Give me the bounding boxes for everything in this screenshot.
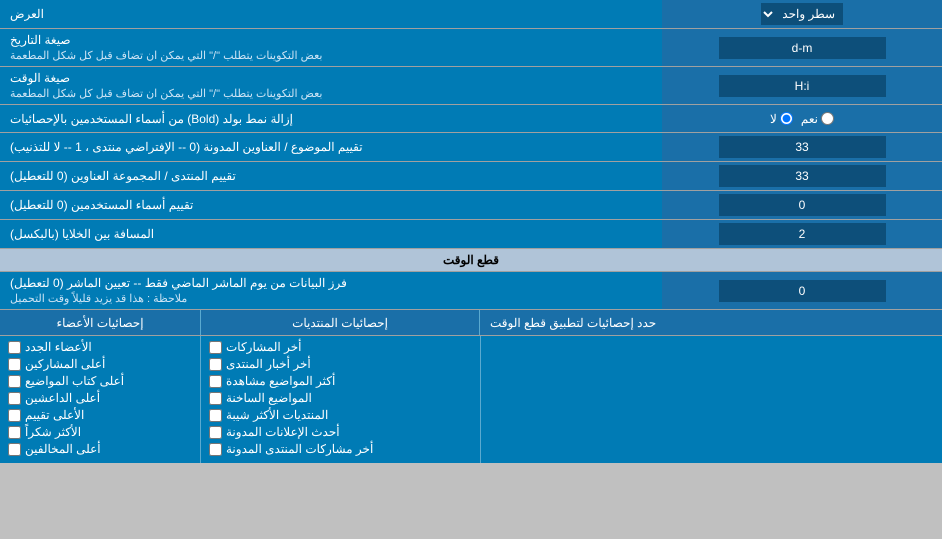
display-mode-select[interactable]: سطر واحد سطرين ثلاثة أسطر [761,3,843,25]
gap-between-label: المسافة بين الخلايا (بالبكسل) [0,220,662,248]
stats-right-pane [480,336,942,463]
stats-body: أخر المشاركات أخر أخبار المنتدى أكثر الم… [0,336,942,463]
stats-left-check-3[interactable] [8,392,21,405]
stats-mid-item-4[interactable]: المنتديات الأكثر شيبة [209,408,472,422]
bold-remove-row: نعم لا إزالة نمط بولد (Bold) من أسماء ال… [0,105,942,133]
bold-remove-label: إزالة نمط بولد (Bold) من أسماء المستخدمي… [0,105,662,132]
stats-section: حدد إحصائيات لتطبيق قطع الوقت إحصائيات ا… [0,310,942,463]
stats-mid-item-2[interactable]: أكثر المواضيع مشاهدة [209,374,472,388]
forum-order-input-cell [662,162,942,190]
usernames-order-input[interactable] [719,194,886,216]
stats-header-right: حدد إحصائيات لتطبيق قطع الوقت [480,310,942,335]
stats-mid-check-4[interactable] [209,409,222,422]
display-mode-row: سطر واحد سطرين ثلاثة أسطر العرض [0,0,942,29]
time-format-input-cell [662,67,942,104]
display-mode-input-cell: سطر واحد سطرين ثلاثة أسطر [662,0,942,28]
usernames-order-label: تقييم أسماء المستخدمين (0 للتعطيل) [0,191,662,219]
gap-between-row: المسافة بين الخلايا (بالبكسل) [0,220,942,249]
bold-yes-radio[interactable] [821,112,834,125]
stats-mid-item-1[interactable]: أخر أخبار المنتدى [209,357,472,371]
forum-order-input[interactable] [719,165,886,187]
cutoff-input[interactable] [719,280,886,302]
cutoff-input-cell [662,272,942,309]
date-format-input-cell [662,29,942,66]
time-format-input[interactable] [719,75,886,97]
usernames-order-row: تقييم أسماء المستخدمين (0 للتعطيل) [0,191,942,220]
time-format-label-cell: صيغة الوقت بعض التكوينات يتطلب "/" التي … [0,67,662,104]
stats-left-check-5[interactable] [8,426,21,439]
stats-left-item-4[interactable]: الأعلى تقييم [8,408,192,422]
forum-order-label: تقييم المنتدى / المجموعة العناوين (0 للت… [0,162,662,190]
topic-order-input-cell [662,133,942,161]
bold-radio-group: نعم لا [770,112,834,126]
date-format-label-cell: صيغة التاريخ بعض التكوينات يتطلب "/" الت… [0,29,662,66]
stats-left-check-2[interactable] [8,375,21,388]
stats-header-row: حدد إحصائيات لتطبيق قطع الوقت إحصائيات ا… [0,310,942,336]
stats-left-item-6[interactable]: أعلى المخالفين [8,442,192,456]
stats-mid-check-5[interactable] [209,426,222,439]
stats-mid-item-0[interactable]: أخر المشاركات [209,340,472,354]
topic-order-row: تقييم الموضوع / العناوين المدونة (0 -- ا… [0,133,942,162]
bold-yes-label[interactable]: نعم [801,112,834,126]
bold-no-label[interactable]: لا [770,112,793,126]
bold-remove-input-cell: نعم لا [662,105,942,132]
stats-left-item-0[interactable]: الأعضاء الجدد [8,340,192,354]
stats-mid-check-2[interactable] [209,375,222,388]
main-container: سطر واحد سطرين ثلاثة أسطر العرض صيغة الت… [0,0,942,463]
stats-mid-item-5[interactable]: أحدث الإعلانات المدونة [209,425,472,439]
stats-mid-check-1[interactable] [209,358,222,371]
stats-left-check-0[interactable] [8,341,21,354]
stats-mid-item-6[interactable]: أخر مشاركات المنتدى المدونة [209,442,472,456]
stats-left-item-1[interactable]: أعلى المشاركين [8,357,192,371]
stats-left-item-2[interactable]: أعلى كتاب المواضيع [8,374,192,388]
usernames-order-input-cell [662,191,942,219]
time-format-row: صيغة الوقت بعض التكوينات يتطلب "/" التي … [0,67,942,105]
stats-header-left: إحصائيات الأعضاء [0,310,200,335]
gap-between-input-cell [662,220,942,248]
stats-header-mid: إحصائيات المنتديات [200,310,480,335]
gap-between-input[interactable] [719,223,886,245]
stats-left-item-3[interactable]: أعلى الداعشين [8,391,192,405]
date-format-row: صيغة التاريخ بعض التكوينات يتطلب "/" الت… [0,29,942,67]
stats-mid-check-6[interactable] [209,443,222,456]
stats-mid-check-3[interactable] [209,392,222,405]
cutoff-section-header: قطع الوقت [0,249,942,272]
stats-left-check-4[interactable] [8,409,21,422]
forum-order-row: تقييم المنتدى / المجموعة العناوين (0 للت… [0,162,942,191]
stats-mid-check-0[interactable] [209,341,222,354]
stats-left-check-1[interactable] [8,358,21,371]
bold-no-radio[interactable] [780,112,793,125]
cutoff-label-cell: فرز البيانات من يوم الماشر الماضي فقط --… [0,272,662,309]
topic-order-input[interactable] [719,136,886,158]
stats-mid-item-3[interactable]: المواضيع الساخنة [209,391,472,405]
date-format-input[interactable] [719,37,886,59]
cutoff-row: فرز البيانات من يوم الماشر الماضي فقط --… [0,272,942,310]
display-mode-label: العرض [0,0,662,28]
topic-order-label: تقييم الموضوع / العناوين المدونة (0 -- ا… [0,133,662,161]
stats-left-check-6[interactable] [8,443,21,456]
stats-left-item-5[interactable]: الأكثر شكراً [8,425,192,439]
stats-mid-pane: أخر المشاركات أخر أخبار المنتدى أكثر الم… [200,336,480,463]
stats-left-pane: الأعضاء الجدد أعلى المشاركين أعلى كتاب ا… [0,336,200,463]
